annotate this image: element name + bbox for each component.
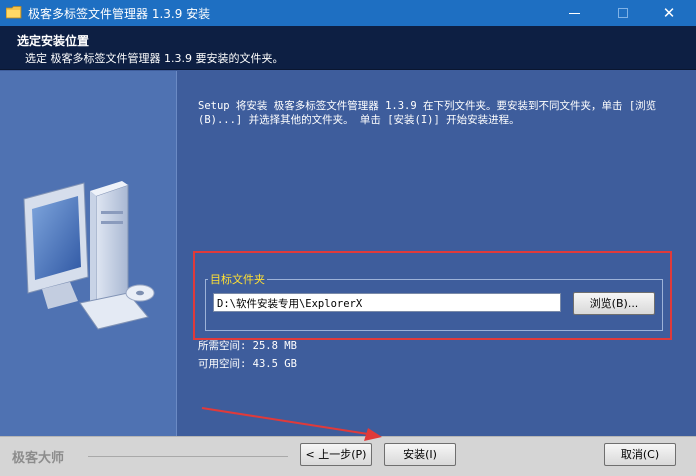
folder-app-icon [6, 6, 22, 19]
annotation-highlight-box [193, 251, 672, 340]
intro-text: Setup 将安装 极客多标签文件管理器 1.3.9 在下列文件夹。要安装到不同… [198, 100, 657, 126]
title-bar[interactable]: 极客多标签文件管理器 1.3.9 安装 ✕ [0, 0, 696, 26]
installer-window: 极客多标签文件管理器 1.3.9 安装 ✕ 选定安装位置 选定 极客多标签文件管… [0, 0, 696, 476]
maximize-button[interactable] [600, 0, 646, 26]
main-content: Setup 将安装 极客多标签文件管理器 1.3.9 在下列文件夹。要安装到不同… [177, 71, 696, 436]
close-icon: ✕ [662, 4, 676, 22]
minimize-button[interactable] [552, 0, 598, 26]
maximize-icon [618, 8, 628, 18]
footer-divider [88, 456, 288, 457]
back-button[interactable]: < 上一步(P) [300, 443, 372, 466]
space-available: 可用空间: 43.5 GB [198, 358, 297, 370]
brand-label: 极客大师 [12, 451, 65, 466]
side-illustration-panel [0, 71, 176, 436]
page-subtitle: 选定 极客多标签文件管理器 1.3.9 要安装的文件夹。 [25, 52, 284, 65]
page-header: 选定安装位置 选定 极客多标签文件管理器 1.3.9 要安装的文件夹。 [0, 26, 696, 70]
annotation-arrow [201, 407, 382, 441]
space-required: 所需空间: 25.8 MB [198, 340, 297, 352]
computer-illustration [23, 181, 155, 330]
install-button[interactable]: 安装(I) [384, 443, 456, 466]
close-button[interactable]: ✕ [646, 0, 692, 26]
minimize-icon [569, 13, 580, 14]
page-title: 选定安装位置 [17, 34, 90, 48]
cancel-button[interactable]: 取消(C) [604, 443, 676, 466]
window-title: 极客多标签文件管理器 1.3.9 安装 [28, 7, 211, 21]
